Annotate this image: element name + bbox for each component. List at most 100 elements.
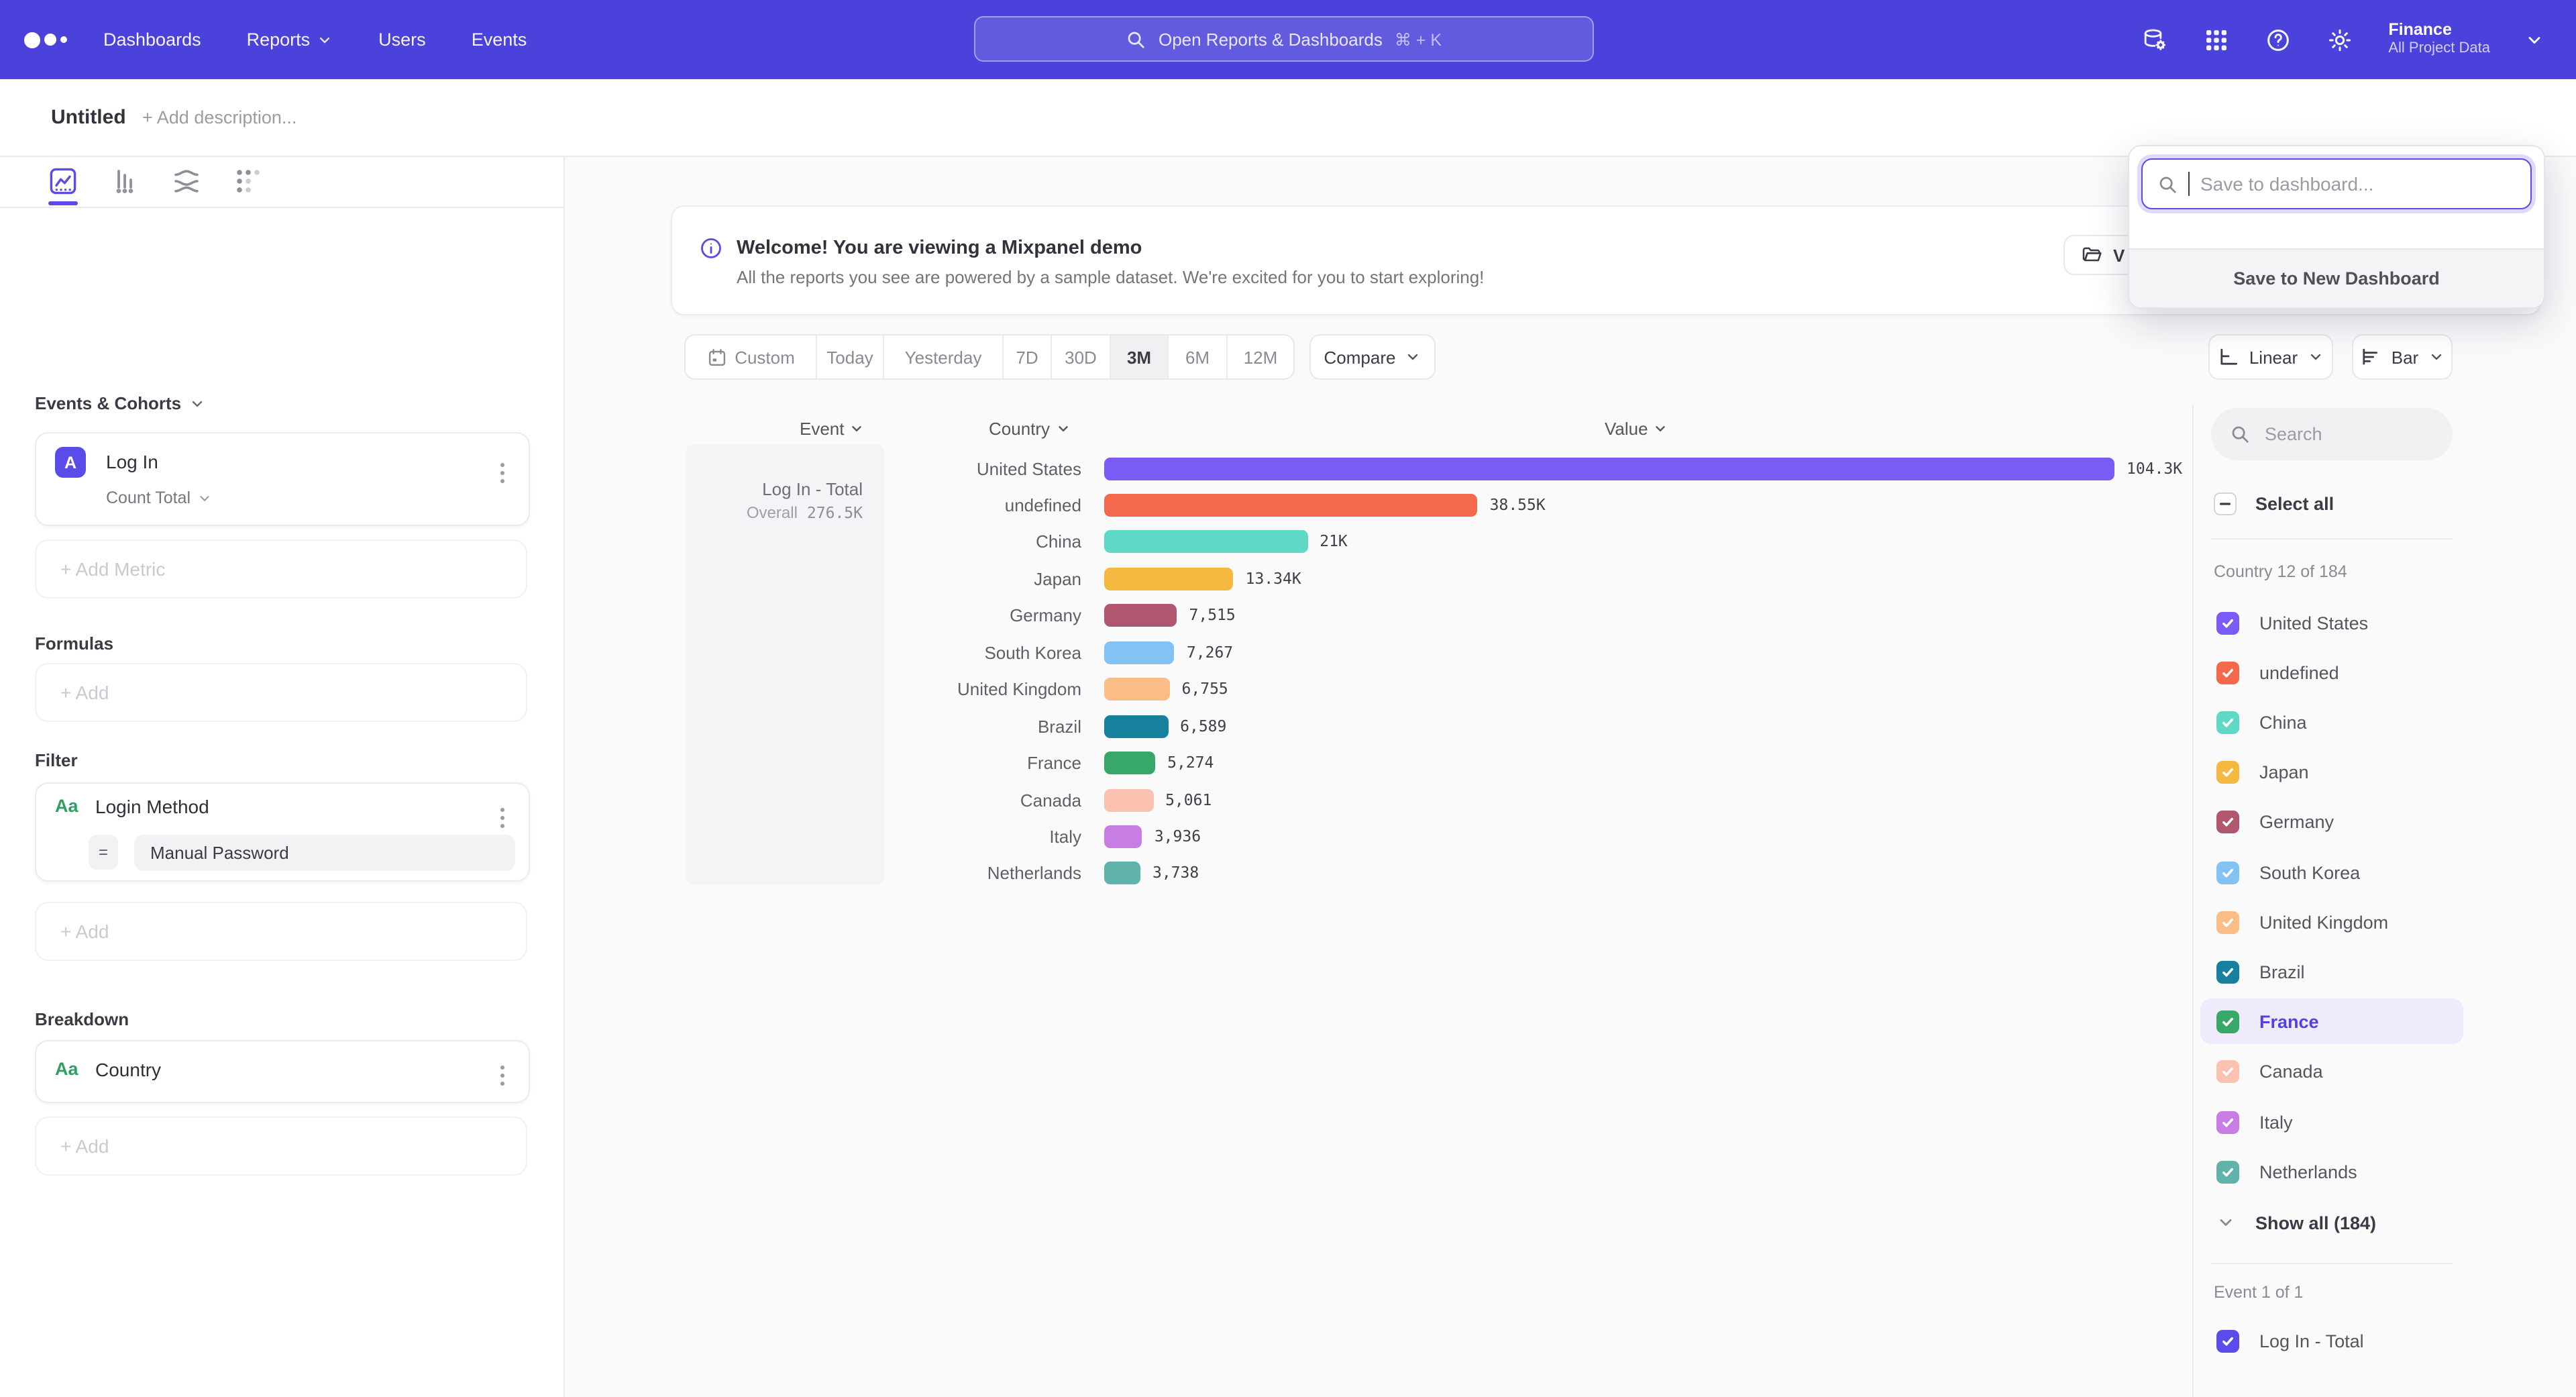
filter-operator[interactable]: = xyxy=(89,835,118,870)
checkbox-italy[interactable] xyxy=(2216,1110,2239,1133)
bar-category-germany[interactable]: Germany xyxy=(890,605,1081,627)
checkbox-japan[interactable] xyxy=(2216,760,2239,783)
checkbox-united-states[interactable] xyxy=(2216,611,2239,634)
filter-value-field[interactable]: Manual Password xyxy=(134,835,515,871)
breakdown-property-name[interactable]: Country xyxy=(95,1059,161,1080)
tab-retention[interactable] xyxy=(233,166,263,196)
legend-label-united-states[interactable]: United States xyxy=(2259,611,2368,634)
checkbox-undefined[interactable] xyxy=(2216,661,2239,684)
help-icon[interactable] xyxy=(2265,26,2292,53)
chevron-down-icon[interactable] xyxy=(2216,1213,2235,1232)
range-today[interactable]: Today xyxy=(817,335,884,378)
save-dashboard-input[interactable] xyxy=(2200,173,2496,195)
legend-label-netherlands[interactable]: Netherlands xyxy=(2259,1160,2357,1183)
column-header-country[interactable]: Country xyxy=(989,419,1070,439)
nav-item-dashboards[interactable]: Dashboards xyxy=(103,30,201,50)
legend-label-italy[interactable]: Italy xyxy=(2259,1110,2293,1133)
add-breakdown-button[interactable]: + Add xyxy=(35,1117,527,1176)
legend-label-germany[interactable]: Germany xyxy=(2259,810,2334,833)
global-search-button[interactable]: Open Reports & Dashboards ⌘ + K xyxy=(974,16,1594,62)
bar-japan[interactable] xyxy=(1104,568,1234,590)
checkbox-united-kingdom[interactable] xyxy=(2216,911,2239,933)
metric-card-log-in[interactable]: A Log In Count Total xyxy=(35,432,530,526)
legend-search-input[interactable] xyxy=(2262,423,2428,446)
legend-label-log-in-total[interactable]: Log In - Total xyxy=(2259,1329,2364,1352)
bar-france[interactable] xyxy=(1104,752,1155,774)
breakdown-card-country[interactable]: Aa Country xyxy=(35,1040,530,1103)
bar-category-united-kingdom[interactable]: United Kingdom xyxy=(890,678,1081,701)
checkbox-south-korea[interactable] xyxy=(2216,861,2239,884)
checkbox-germany[interactable] xyxy=(2216,810,2239,833)
settings-gear-icon[interactable] xyxy=(2326,26,2353,53)
chevron-down-icon[interactable] xyxy=(189,395,205,411)
range-30d[interactable]: 30D xyxy=(1052,335,1111,378)
project-switcher[interactable]: Finance All Project Data xyxy=(2388,20,2490,60)
checkbox-canada[interactable] xyxy=(2216,1059,2239,1082)
bar-undefined[interactable] xyxy=(1104,494,1478,517)
mixpanel-logo[interactable] xyxy=(24,0,67,79)
range-12m[interactable]: 12M xyxy=(1228,335,1293,378)
bar-canada[interactable] xyxy=(1104,788,1153,811)
legend-search[interactable] xyxy=(2211,408,2453,460)
checkbox-log-in-total[interactable] xyxy=(2216,1329,2239,1352)
bar-category-brazil[interactable]: Brazil xyxy=(890,715,1081,737)
compare-button[interactable]: Compare xyxy=(1309,334,1436,380)
legend-label-canada[interactable]: Canada xyxy=(2259,1059,2323,1082)
bar-category-canada[interactable]: Canada xyxy=(890,788,1081,811)
bar-category-france[interactable]: France xyxy=(890,752,1081,774)
metric-event-name[interactable]: Log In xyxy=(106,451,158,472)
range-yesterday[interactable]: Yesterday xyxy=(884,335,1004,378)
bar-category-netherlands[interactable]: Netherlands xyxy=(890,862,1081,885)
event-series-panel[interactable]: Log In - Total Overall 276.5K xyxy=(686,444,884,884)
filter-card-login-method[interactable]: Aa Login Method = Manual Password xyxy=(35,782,530,882)
tab-insights[interactable] xyxy=(48,166,78,196)
legend-label-south-korea[interactable]: South Korea xyxy=(2259,861,2360,884)
checkbox-netherlands[interactable] xyxy=(2216,1160,2239,1183)
add-formula-button[interactable]: + Add xyxy=(35,663,527,722)
bar-category-south-korea[interactable]: South Korea xyxy=(890,641,1081,664)
chart-type-selector[interactable]: Bar xyxy=(2352,334,2453,380)
legend-label-china[interactable]: China xyxy=(2259,711,2307,733)
report-title[interactable]: Untitled xyxy=(51,106,126,129)
column-header-value[interactable]: Value xyxy=(1605,419,1668,439)
bar-germany[interactable] xyxy=(1104,605,1177,627)
data-management-icon[interactable] xyxy=(2141,26,2168,53)
range-6m[interactable]: 6M xyxy=(1169,335,1228,378)
filter-property-name[interactable]: Login Method xyxy=(95,796,209,817)
add-metric-button[interactable]: + Add Metric xyxy=(35,539,527,599)
aggregation-selector[interactable]: Count Total xyxy=(106,488,212,507)
bar-south-korea[interactable] xyxy=(1104,641,1175,664)
column-header-event[interactable]: Event xyxy=(800,419,865,439)
show-all-button[interactable]: Show all (184) xyxy=(2255,1212,2376,1235)
bar-italy[interactable] xyxy=(1104,825,1142,848)
range-custom[interactable]: Custom xyxy=(686,335,817,378)
add-description-field[interactable]: + Add description... xyxy=(142,107,297,127)
metric-options-kebab[interactable] xyxy=(495,458,510,488)
save-dashboard-search[interactable] xyxy=(2141,158,2532,209)
breakdown-options-kebab[interactable] xyxy=(495,1060,510,1091)
tab-funnels[interactable] xyxy=(110,166,140,196)
save-to-new-dashboard-button[interactable]: Save to New Dashboard xyxy=(2129,248,2544,307)
checkbox-france[interactable] xyxy=(2216,1010,2239,1033)
line-type-selector[interactable]: Linear xyxy=(2208,334,2333,380)
bar-category-japan[interactable]: Japan xyxy=(890,568,1081,590)
legend-label-japan[interactable]: Japan xyxy=(2259,760,2309,783)
bar-united-kingdom[interactable] xyxy=(1104,678,1170,701)
legend-row-highlight[interactable] xyxy=(2200,998,2463,1044)
bar-brazil[interactable] xyxy=(1104,715,1168,737)
range-3m[interactable]: 3M xyxy=(1111,335,1169,378)
bar-netherlands[interactable] xyxy=(1104,862,1140,885)
bar-category-italy[interactable]: Italy xyxy=(890,825,1081,848)
select-all-checkbox[interactable] xyxy=(2214,493,2237,515)
filter-options-kebab[interactable] xyxy=(495,803,510,833)
legend-label-united-kingdom[interactable]: United Kingdom xyxy=(2259,911,2388,933)
add-filter-button[interactable]: + Add xyxy=(35,902,527,961)
legend-label-brazil[interactable]: Brazil xyxy=(2259,960,2305,983)
bar-category-undefined[interactable]: undefined xyxy=(890,494,1081,517)
checkbox-china[interactable] xyxy=(2216,711,2239,733)
legend-label-france[interactable]: France xyxy=(2259,1010,2319,1033)
legend-label-undefined[interactable]: undefined xyxy=(2259,661,2339,684)
bar-category-united-states[interactable]: United States xyxy=(890,457,1081,480)
select-all-label[interactable]: Select all xyxy=(2255,493,2334,515)
nav-item-users[interactable]: Users xyxy=(378,30,426,50)
